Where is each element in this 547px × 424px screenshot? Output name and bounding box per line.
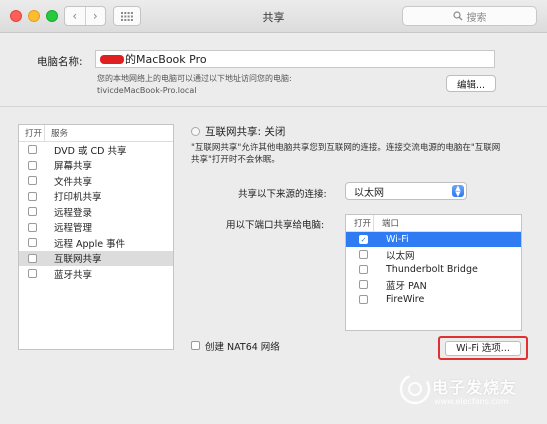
edit-button[interactable]: 编辑...: [446, 75, 496, 92]
port-item-ethernet[interactable]: 以太网: [346, 247, 521, 262]
service-label: 互联网共享: [54, 254, 102, 266]
search-placeholder: 搜索: [466, 12, 487, 24]
search-icon: [452, 11, 462, 21]
description-line-1: "互联网共享"允许其他电脑共享您到互联网的连接。连接交流电源的电脑在"互联网: [191, 143, 501, 153]
services-list: 打开 服务 DVD 或 CD 共享 屏幕共享 文件共享 打印机共享 远程登录 远…: [18, 124, 174, 350]
wifi-options-highlight: Wi-Fi 选项...: [438, 336, 528, 360]
port-checkbox[interactable]: [359, 250, 368, 259]
status-indicator: [191, 127, 200, 136]
share-from-select[interactable]: 以太网 ▲ ▼: [345, 182, 467, 200]
service-item-remote-login[interactable]: 远程登录: [19, 204, 173, 220]
service-item-file-sharing[interactable]: 文件共享: [19, 173, 173, 189]
port-item-firewire[interactable]: FireWire: [346, 292, 521, 307]
service-item-bluetooth-sharing[interactable]: 蓝牙共享: [19, 266, 173, 282]
computer-name-value: 的MacBook Pro: [125, 53, 207, 66]
port-label: 以太网: [386, 250, 415, 262]
description-line-2: 共享"打开时不会休眠。: [191, 155, 280, 165]
service-checkbox[interactable]: [28, 176, 37, 186]
column-on-header[interactable]: 打开: [19, 125, 45, 141]
services-header: 打开 服务: [19, 125, 173, 142]
computer-name-label: 电脑名称:: [37, 56, 83, 68]
updown-chevron-icon: ▲ ▼: [452, 185, 464, 198]
service-checkbox[interactable]: [28, 222, 37, 232]
checkmark-icon: ✓: [360, 235, 367, 244]
watermark-url: www.elecfans.com: [434, 397, 509, 406]
search-field[interactable]: 搜索: [402, 6, 537, 26]
nat64-checkbox[interactable]: [191, 341, 200, 350]
service-label: DVD 或 CD 共享: [54, 145, 127, 157]
ports-header: 打开 端口: [346, 215, 521, 232]
nat64-label: 创建 NAT64 网络: [205, 342, 280, 353]
column-port-header[interactable]: 端口: [374, 217, 399, 229]
port-label: Thunderbolt Bridge: [386, 264, 478, 275]
port-checkbox[interactable]: ✓: [359, 235, 368, 244]
port-checkbox[interactable]: [359, 295, 368, 304]
service-item-printer-sharing[interactable]: 打印机共享: [19, 189, 173, 205]
port-label: Wi-Fi: [386, 234, 409, 245]
service-checkbox[interactable]: [28, 191, 37, 201]
computer-name-field[interactable]: 的MacBook Pro: [95, 50, 495, 68]
internet-sharing-status: 互联网共享: 关闭: [205, 126, 286, 138]
service-label: 远程管理: [54, 223, 93, 235]
watermark: 电子发烧友 www.elecfans.com: [398, 370, 538, 420]
service-checkbox[interactable]: [28, 253, 37, 263]
watermark-text: 电子发烧友: [432, 378, 518, 397]
service-label: 屏幕共享: [54, 161, 93, 173]
service-label: 文件共享: [54, 176, 93, 188]
service-checkbox[interactable]: [28, 269, 37, 279]
service-label: 远程 Apple 事件: [54, 238, 126, 250]
service-item-screen-sharing[interactable]: 屏幕共享: [19, 158, 173, 174]
share-from-value: 以太网: [354, 187, 384, 199]
wifi-options-button[interactable]: Wi-Fi 选项...: [445, 340, 521, 356]
column-service-header[interactable]: 服务: [45, 127, 68, 139]
internet-sharing-description: "互联网共享"允许其他电脑共享您到互联网的连接。连接交流电源的电脑在"互联网 共…: [191, 142, 531, 166]
port-item-bluetooth-pan[interactable]: 蓝牙 PAN: [346, 277, 521, 292]
divider: [0, 106, 547, 107]
share-from-label: 共享以下来源的连接:: [238, 189, 327, 200]
watermark-logo-icon: [399, 373, 431, 405]
service-item-remote-apple-events[interactable]: 远程 Apple 事件: [19, 235, 173, 251]
column-on-header[interactable]: 打开: [346, 215, 374, 231]
window-titlebar: ‹ › 共享 搜索: [0, 0, 547, 33]
service-item-remote-management[interactable]: 远程管理: [19, 220, 173, 236]
service-checkbox[interactable]: [28, 145, 37, 155]
service-checkbox[interactable]: [28, 238, 37, 248]
service-checkbox[interactable]: [28, 207, 37, 217]
port-checkbox[interactable]: [359, 280, 368, 289]
service-label: 远程登录: [54, 207, 93, 219]
port-item-thunderbolt-bridge[interactable]: Thunderbolt Bridge: [346, 262, 521, 277]
hint-line-1: 您的本地网络上的电脑可以通过以下地址访问您的电脑:: [97, 74, 292, 83]
port-label: 蓝牙 PAN: [386, 280, 427, 292]
service-checkbox[interactable]: [28, 160, 37, 170]
ports-list: 打开 端口 ✓ Wi-Fi 以太网 Thunderbolt Bridge 蓝牙 P…: [345, 214, 522, 331]
local-hostname: tivicdeMacBook-Pro.local: [97, 86, 197, 95]
service-label: 打印机共享: [54, 192, 102, 204]
service-label: 蓝牙共享: [54, 269, 93, 281]
service-item-internet-sharing[interactable]: 互联网共享: [19, 250, 173, 266]
port-item-wifi[interactable]: ✓ Wi-Fi: [346, 232, 521, 247]
port-label: FireWire: [386, 294, 425, 305]
port-checkbox[interactable]: [359, 265, 368, 274]
service-item-dvd[interactable]: DVD 或 CD 共享: [19, 142, 173, 158]
local-address-hint: 您的本地网络上的电脑可以通过以下地址访问您的电脑: tivicdeMacBook…: [97, 73, 292, 97]
share-to-label: 用以下端口共享给电脑:: [226, 220, 325, 231]
redaction-mark: [100, 54, 124, 64]
